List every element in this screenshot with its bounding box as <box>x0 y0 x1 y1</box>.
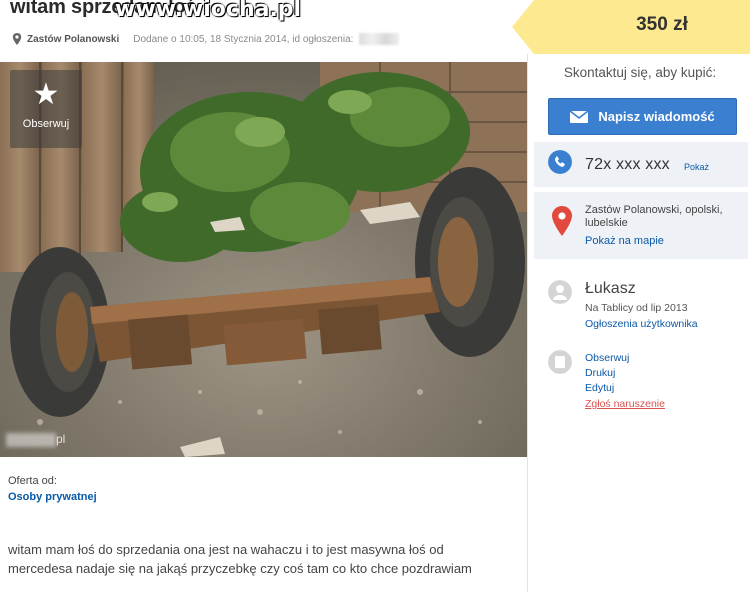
edit-link[interactable]: Edytuj <box>585 382 614 394</box>
report-link[interactable]: Zgłoś naruszenie <box>585 398 665 410</box>
print-link[interactable]: Drukuj <box>585 367 615 379</box>
show-map-link[interactable]: Pokaż na mapie <box>585 235 664 247</box>
envelope-icon <box>570 110 589 123</box>
show-phone-link[interactable]: Pokaż <box>684 162 709 172</box>
follow-photo-label: Obserwuj <box>22 118 70 130</box>
photo-watermark: pl <box>6 432 65 447</box>
follow-photo-button[interactable]: ★ Obserwuj <box>10 70 82 148</box>
map-pin-icon <box>12 33 22 45</box>
star-icon: ★ <box>32 78 60 111</box>
phone-icon <box>548 150 572 174</box>
price: 350 zł <box>636 14 688 35</box>
offer-from-type[interactable]: Osoby prywatnej <box>8 491 97 503</box>
user-avatar-icon <box>548 280 572 304</box>
contact-heading: Skontaktuj się, aby kupić: <box>563 65 717 80</box>
sidebar-divider <box>527 54 528 592</box>
follow-link[interactable]: Obserwuj <box>585 352 629 364</box>
listing-description: witam mam łoś do sprzedania ona jest na … <box>8 542 472 576</box>
seller-since: Na Tablicy od lip 2013 <box>585 302 688 314</box>
phone-number: 72x xxx xxx <box>585 156 670 173</box>
listing-id-redacted <box>359 33 400 45</box>
listing-meta: Zastów Polanowski Dodane o 10:05, 18 Sty… <box>12 33 400 45</box>
seller-ads-link[interactable]: Ogłoszenia użytkownika <box>585 318 698 330</box>
map-marker-icon <box>552 206 572 236</box>
seller-name: Łukasz <box>585 280 636 297</box>
send-message-label: Napisz wiadomość <box>598 109 715 124</box>
document-icon <box>548 350 572 374</box>
listing-added: Dodane o 10:05, 18 Stycznia 2014, id ogł… <box>133 33 354 45</box>
send-message-button[interactable]: Napisz wiadomość <box>548 98 737 135</box>
offer-from-label: Oferta od: <box>8 475 57 487</box>
location-text: Zastów Polanowski, opolski, lubelskie <box>585 204 723 229</box>
site-watermark: www.wiocha.pl <box>115 0 302 22</box>
listing-city[interactable]: Zastów Polanowski <box>27 34 119 45</box>
